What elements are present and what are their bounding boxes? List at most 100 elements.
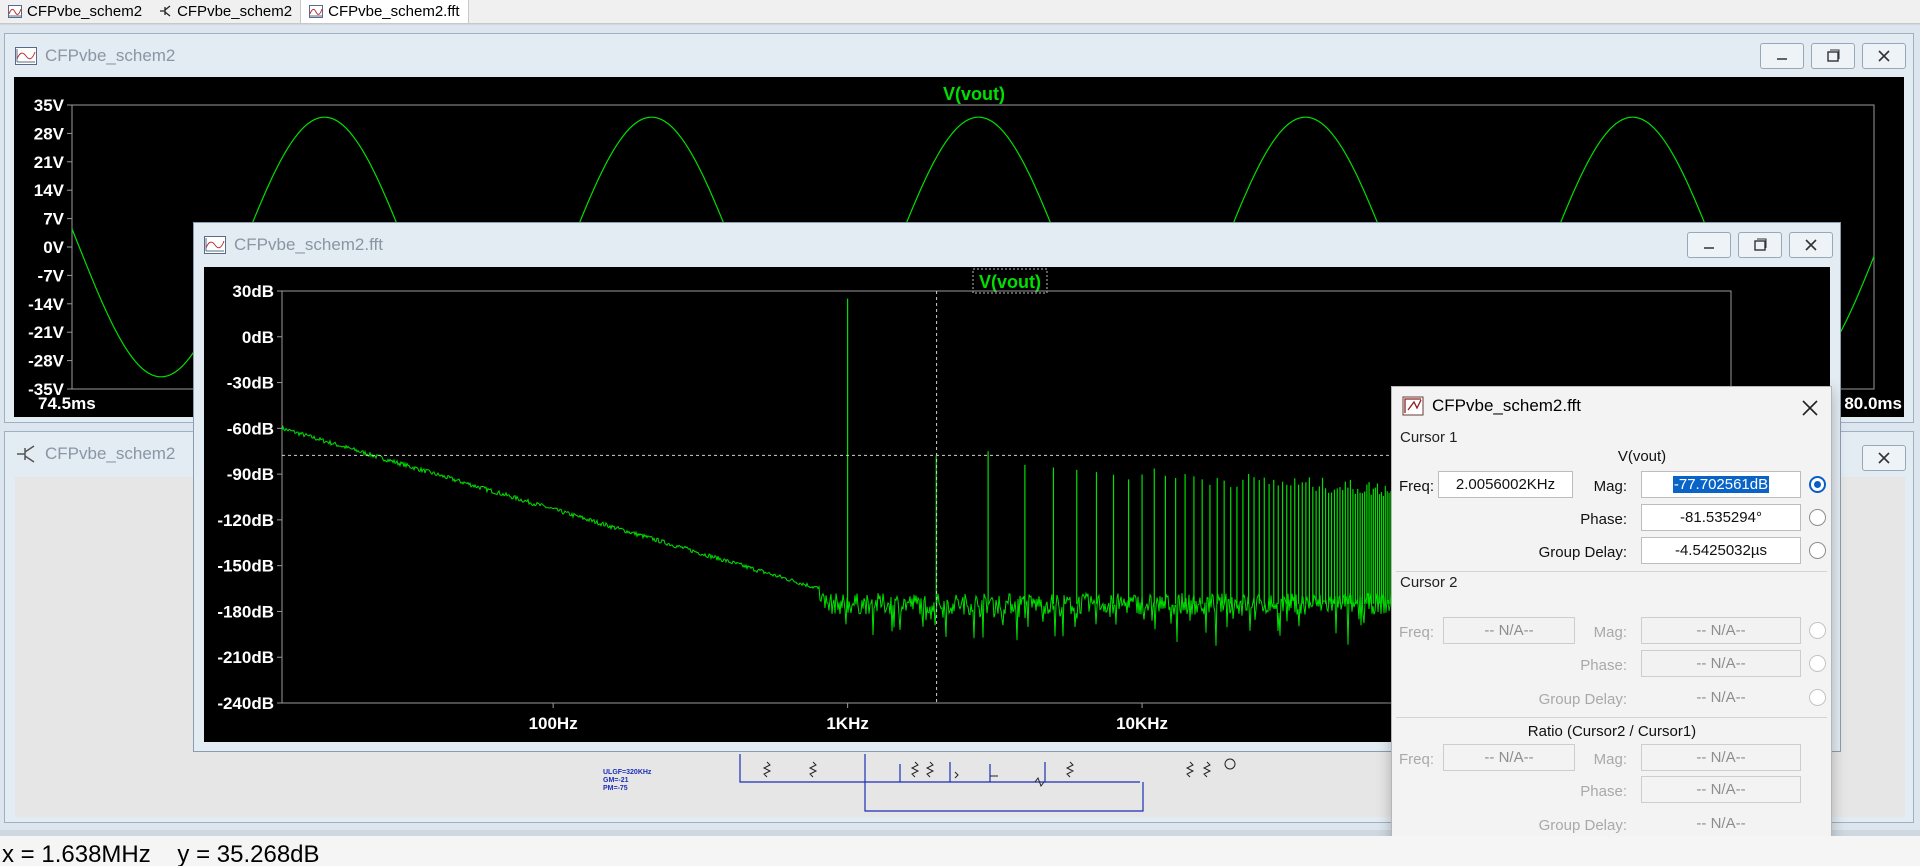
cursor1-freq-label: Freq:	[1398, 478, 1434, 495]
cursor2-phase-field: -- N/A--	[1641, 650, 1801, 677]
y-tick-label: -180dB	[217, 602, 274, 621]
cursor1-mag-field[interactable]: -77.702561dB	[1641, 471, 1801, 498]
cursor-icon	[1402, 396, 1424, 416]
x-end-label: 80.0ms	[1844, 394, 1902, 413]
y-tick-label: -30dB	[227, 374, 274, 393]
waveform-icon	[8, 4, 22, 18]
ratio-mag-label: Mag:	[1593, 751, 1627, 768]
y-tick-label: -21V	[28, 323, 65, 342]
ratio-group-delay-label: Group Delay:	[1538, 817, 1627, 834]
tab-transient-plot[interactable]: CFPvbe_schem2	[0, 0, 150, 23]
ratio-mag-field: -- N/A--	[1641, 744, 1801, 771]
minimize-button[interactable]	[1687, 232, 1731, 258]
y-tick-label: 35V	[34, 96, 65, 115]
ratio-freq-field: -- N/A--	[1443, 744, 1575, 771]
y-tick-label: -7V	[38, 266, 65, 285]
trace-label[interactable]: V(vout)	[943, 84, 1005, 104]
cursor2-mag-label: Mag:	[1593, 624, 1627, 641]
y-tick-label: -210dB	[217, 648, 274, 667]
cursor1-group-delay-radio[interactable]	[1809, 542, 1826, 559]
y-tick-label: 0dB	[242, 328, 274, 347]
close-button[interactable]	[1789, 232, 1833, 258]
maximize-icon	[1754, 238, 1767, 251]
separator	[1396, 571, 1827, 572]
schematic-note: GM=-21	[603, 777, 629, 784]
ratio-phase-label: Phase:	[1580, 783, 1627, 800]
y-tick-label: 7V	[43, 210, 64, 229]
maximize-icon	[1827, 49, 1840, 62]
separator	[1396, 717, 1827, 718]
minimize-icon	[1704, 247, 1714, 249]
cursor1-mag-radio[interactable]	[1809, 476, 1826, 493]
x-start-label: 74.5ms	[38, 394, 96, 413]
close-icon	[1878, 50, 1890, 62]
tab-label: CFPvbe_schem2.fft	[328, 3, 460, 20]
dialog-title: CFPvbe_schem2.fft	[1432, 396, 1581, 415]
waveform-icon	[204, 236, 226, 254]
schematic-note: ULGF=320KHz	[603, 769, 652, 776]
dialog-titlebar[interactable]: CFPvbe_schem2.fft	[1392, 387, 1831, 425]
y-tick-label: 21V	[34, 153, 65, 172]
document-tab-bar: CFPvbe_schem2 CFPvbe_schem2 CFPvbe_schem…	[0, 0, 1920, 24]
y-tick-label: 28V	[34, 124, 65, 143]
cursor2-group-delay-field: -- N/A--	[1696, 689, 1746, 706]
y-tick-label: -14V	[28, 295, 65, 314]
cursor1-phase-radio[interactable]	[1809, 509, 1826, 526]
schematic-note: PM=-75	[603, 785, 628, 792]
x-tick-label: 100Hz	[529, 714, 578, 733]
cursor1-trace-name: V(vout)	[1617, 448, 1667, 465]
maximize-button[interactable]	[1738, 232, 1782, 258]
cursor2-phase-radio	[1809, 655, 1826, 672]
cursor1-phase-label: Phase:	[1580, 511, 1627, 528]
schematic-icon	[17, 445, 35, 463]
tab-label: CFPvbe_schem2	[27, 2, 143, 20]
ratio-phase-field: -- N/A--	[1641, 776, 1801, 803]
schematic-drawing[interactable]: ULGF=320KHz GM=-21 PM=-75	[595, 752, 1275, 812]
cursor-dialog[interactable]: CFPvbe_schem2.fft Cursor 1 V(vout) Freq:…	[1391, 386, 1832, 846]
y-tick-label: -120dB	[217, 511, 274, 530]
cursor2-group-delay-label: Group Delay:	[1538, 691, 1627, 708]
window-title: CFPvbe_schem2.fft	[204, 235, 383, 255]
status-x-readout: x = 1.638MHz	[2, 841, 151, 866]
cursor1-group-delay-label: Group Delay:	[1538, 544, 1627, 561]
waveform-icon	[309, 5, 324, 18]
status-bar: x = 1.638MHz y = 35.268dB	[0, 836, 1920, 866]
waveform-icon	[15, 47, 37, 65]
cursor1-section-label: Cursor 1	[1400, 429, 1458, 446]
schematic-icon	[160, 4, 171, 17]
y-tick-label: -60dB	[227, 419, 274, 438]
close-icon	[1805, 239, 1817, 251]
y-tick-label: -90dB	[227, 465, 274, 484]
y-tick-label: 30dB	[232, 282, 274, 301]
minimize-button[interactable]	[1760, 43, 1804, 69]
ratio-section-label: Ratio (Cursor2 / Cursor1)	[1527, 723, 1697, 740]
y-tick-label: -28V	[28, 352, 65, 371]
status-y-readout: y = 35.268dB	[177, 841, 320, 866]
cursor1-freq-field[interactable]: 2.0056002KHz	[1438, 471, 1573, 498]
close-button[interactable]	[1862, 445, 1906, 471]
tab-schematic[interactable]: CFPvbe_schem2	[150, 0, 300, 23]
cursor1-phase-field[interactable]: -81.535294°	[1641, 504, 1801, 531]
maximize-button[interactable]	[1811, 43, 1855, 69]
cursor1-mag-label: Mag:	[1593, 478, 1627, 495]
close-button[interactable]	[1862, 43, 1906, 69]
tab-fft-plot[interactable]: CFPvbe_schem2.fft	[300, 0, 469, 23]
window-titlebar[interactable]: CFPvbe_schem2	[5, 34, 1913, 76]
y-tick-label: 0V	[43, 238, 64, 257]
y-tick-label: 14V	[34, 181, 65, 200]
y-tick-label: -240dB	[217, 694, 274, 713]
cursor2-section-label: Cursor 2	[1400, 574, 1458, 591]
y-tick-label: -150dB	[217, 557, 274, 576]
window-title: CFPvbe_schem2	[15, 46, 175, 66]
cursor2-freq-field: -- N/A--	[1443, 617, 1575, 644]
cursor2-mag-field: -- N/A--	[1641, 617, 1801, 644]
cursor1-group-delay-field[interactable]: -4.5425032µs	[1641, 537, 1801, 564]
ratio-group-delay-field: -- N/A--	[1696, 815, 1746, 832]
window-titlebar[interactable]: CFPvbe_schem2.fft	[194, 223, 1840, 265]
cursor2-group-delay-radio	[1809, 689, 1826, 706]
trace-label[interactable]: V(vout)	[979, 272, 1041, 292]
minimize-icon	[1777, 58, 1787, 60]
dialog-close-button[interactable]	[1801, 393, 1819, 423]
ratio-freq-label: Freq:	[1398, 751, 1434, 768]
close-icon	[1878, 452, 1890, 464]
